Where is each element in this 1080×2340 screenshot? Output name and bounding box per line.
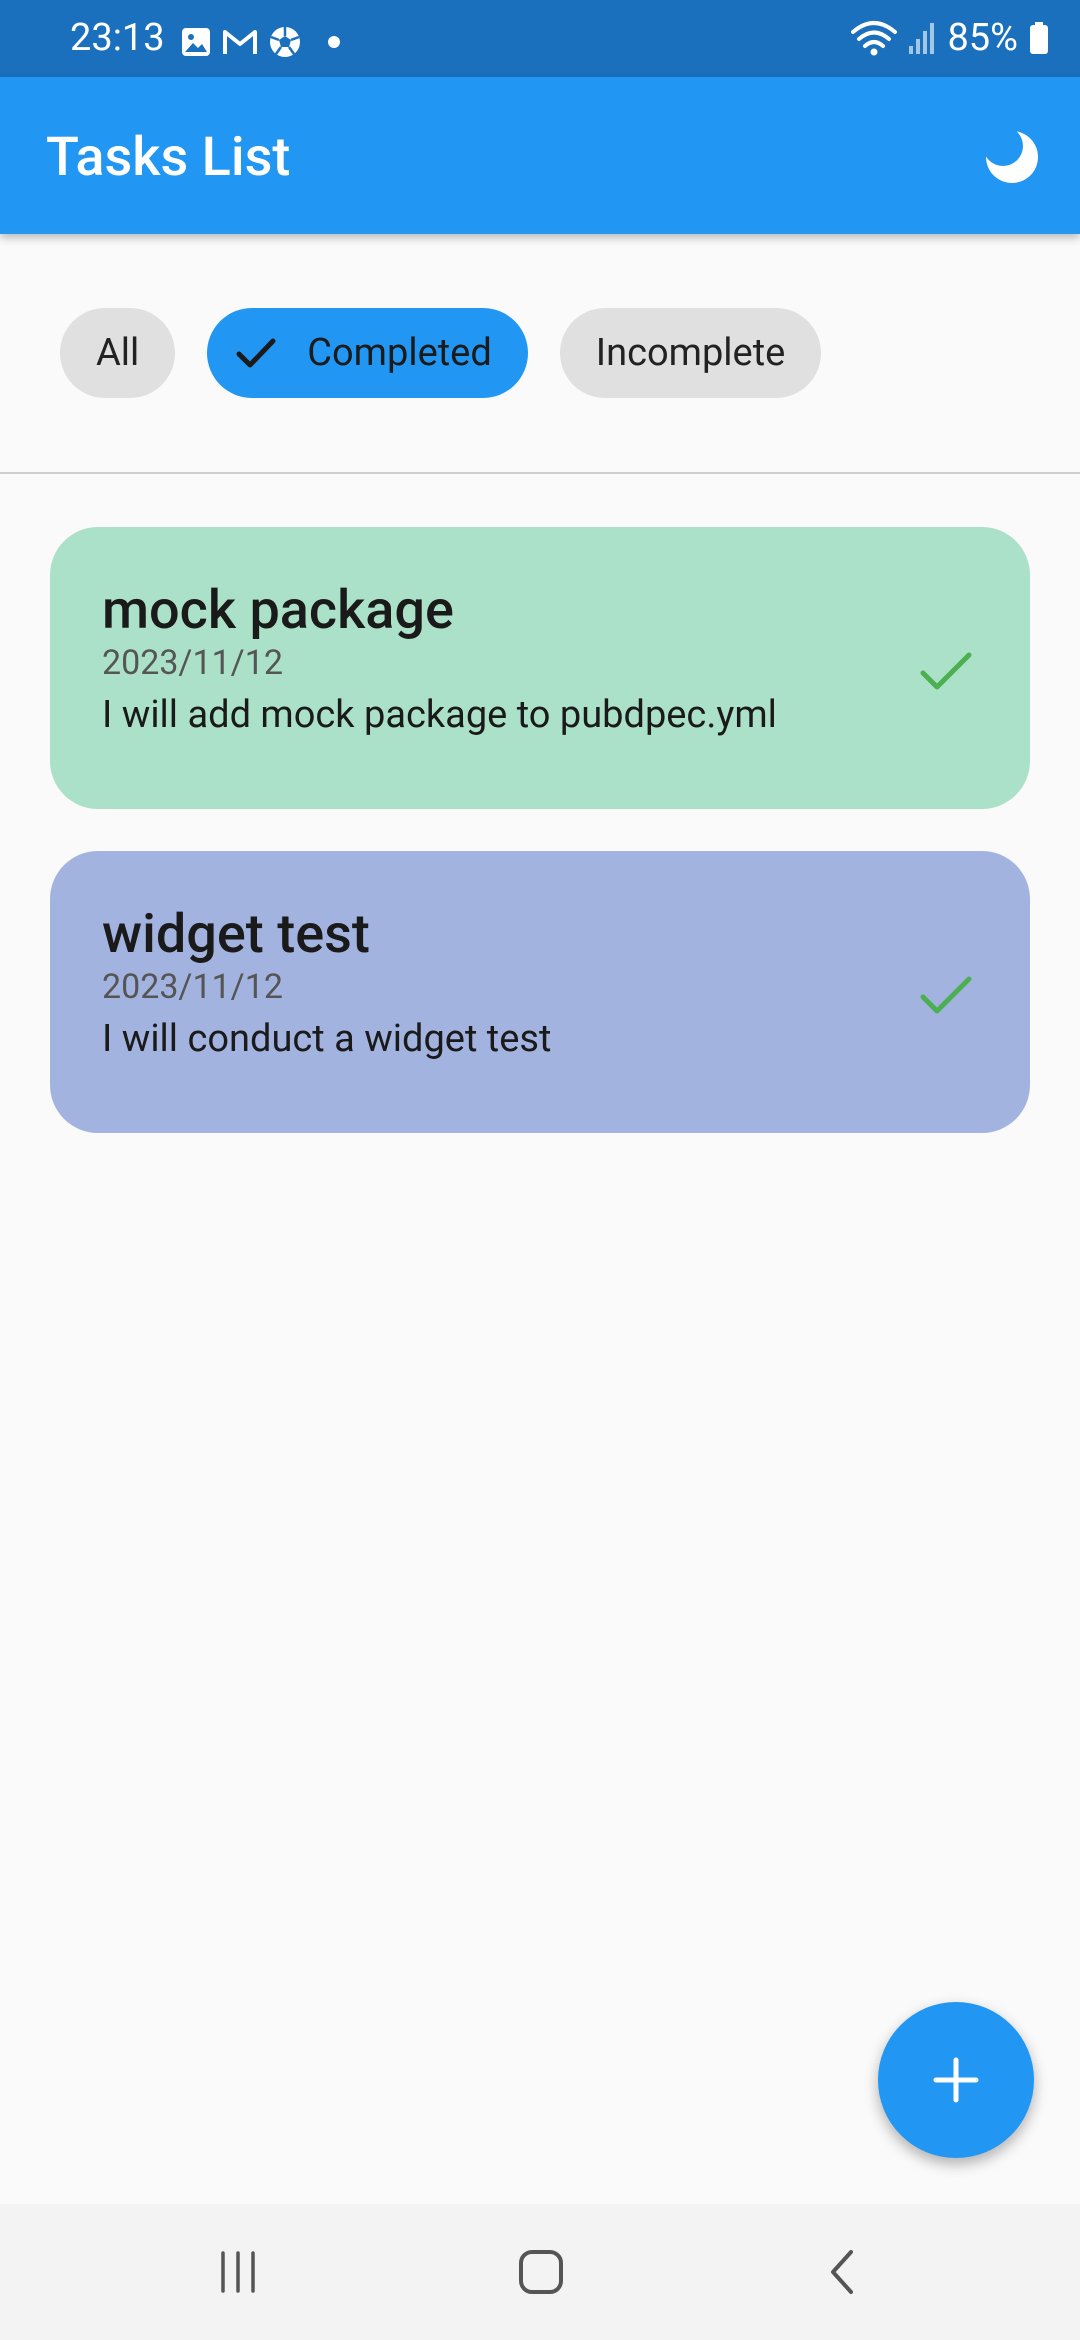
status-bar: 23:13 85% <box>0 0 1080 77</box>
filter-chips: All Completed Incomplete <box>60 308 822 398</box>
signal-icon <box>909 23 935 54</box>
battery-icon <box>1030 22 1048 54</box>
task-date: 2023/11/12 <box>102 967 283 1007</box>
task-card[interactable]: widget test 2023/11/12 I will conduct a … <box>50 851 1030 1133</box>
plus-icon <box>933 2057 979 2103</box>
task-description: I will conduct a widget test <box>102 1017 552 1061</box>
task-card[interactable]: mock package 2023/11/12 I will add mock … <box>50 527 1030 809</box>
wifi-icon <box>851 21 898 56</box>
back-button[interactable] <box>808 2240 880 2304</box>
completed-check-icon[interactable] <box>918 967 974 1023</box>
filter-chip-all[interactable]: All <box>60 308 176 398</box>
add-task-button[interactable] <box>878 2002 1034 2158</box>
system-icons: 85% <box>851 16 1050 60</box>
check-icon <box>231 328 281 378</box>
theme-toggle-button[interactable] <box>976 121 1048 193</box>
filter-chip-completed[interactable]: Completed <box>207 308 528 398</box>
chip-label: All <box>96 331 140 375</box>
app-bar: Tasks List <box>0 77 1080 234</box>
recent-apps-button[interactable] <box>202 2240 274 2304</box>
soccer-ball-icon <box>270 27 300 57</box>
notification-icons <box>180 20 342 64</box>
moon-icon <box>986 131 1038 183</box>
gallery-icon <box>182 28 210 56</box>
filter-chip-incomplete[interactable]: Incomplete <box>559 308 822 398</box>
task-date: 2023/11/12 <box>102 643 283 683</box>
task-title: widget test <box>102 903 370 966</box>
divider <box>0 472 1080 474</box>
completed-check-icon[interactable] <box>918 643 974 699</box>
chip-label: Incomplete <box>595 331 786 375</box>
status-time: 23:13 <box>70 16 165 60</box>
battery-percentage: 85% <box>947 16 1018 60</box>
home-icon <box>519 2250 563 2294</box>
task-description: I will add mock package to pubdpec.yml <box>102 693 777 737</box>
task-title: mock package <box>102 579 454 642</box>
dot-icon <box>328 36 340 48</box>
gmail-icon <box>223 30 257 54</box>
navigation-bar <box>0 2204 1080 2340</box>
home-button[interactable] <box>505 2240 577 2304</box>
chip-label: Completed <box>307 331 492 375</box>
recent-apps-icon <box>221 2251 255 2293</box>
page-title: Tasks List <box>46 126 291 189</box>
back-icon <box>831 2250 853 2294</box>
